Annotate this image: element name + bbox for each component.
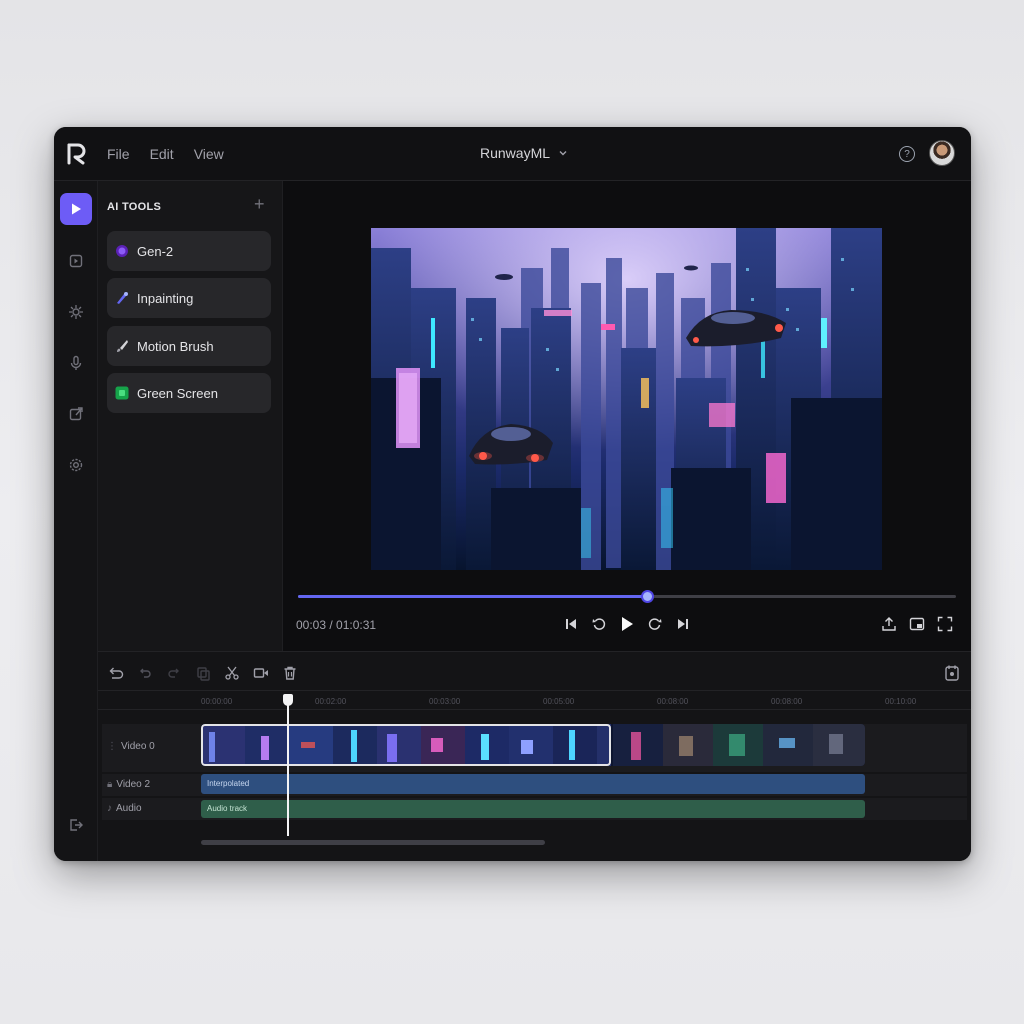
green-screen-icon bbox=[115, 386, 129, 400]
audio-clip[interactable]: Audio track bbox=[201, 800, 865, 818]
menu-edit[interactable]: Edit bbox=[150, 146, 174, 162]
clip-label: Audio track bbox=[207, 804, 248, 813]
clip-label: Interpolated bbox=[207, 779, 250, 788]
track-label-video-2: 🔒︎ Video 2 bbox=[107, 779, 150, 790]
ruler-tick: 00:08:00 bbox=[771, 697, 803, 706]
tool-label: Inpainting bbox=[137, 290, 194, 306]
audio-icon[interactable] bbox=[60, 347, 92, 379]
avatar[interactable] bbox=[929, 140, 955, 166]
ruler-tick: 00:02:00 bbox=[315, 697, 347, 706]
ruler-tick: 00:00:00 bbox=[201, 697, 233, 706]
video-preview-image[interactable] bbox=[371, 228, 882, 570]
ruler-tick: 00:05:00 bbox=[543, 697, 575, 706]
track-label-audio: ♪ Audio bbox=[107, 803, 142, 814]
fullscreen-icon[interactable] bbox=[937, 616, 955, 634]
menu-file[interactable]: File bbox=[107, 146, 130, 162]
play-tool-icon[interactable] bbox=[60, 193, 92, 225]
timeline-toolbar bbox=[98, 660, 298, 686]
video-clip-filmstrip[interactable] bbox=[201, 724, 865, 766]
redo-icon[interactable] bbox=[166, 665, 182, 681]
gen2-icon bbox=[116, 245, 128, 257]
timeline-horizontal-scrollbar[interactable] bbox=[201, 840, 545, 845]
transport-controls bbox=[563, 615, 691, 633]
play-button[interactable] bbox=[619, 615, 635, 633]
ruler-tick: 00:08:00 bbox=[657, 697, 689, 706]
settings-gear-icon[interactable] bbox=[60, 449, 92, 481]
skip-back-icon[interactable] bbox=[563, 615, 579, 633]
forward-icon[interactable] bbox=[647, 615, 663, 633]
playback-scrubber[interactable] bbox=[298, 590, 956, 603]
timecode-display: 00:03 / 01:0:31 bbox=[296, 618, 377, 632]
tool-inpainting-button[interactable]: Inpainting bbox=[107, 278, 271, 318]
track-name: Video 0 bbox=[121, 741, 155, 752]
copy-icon[interactable] bbox=[195, 665, 211, 681]
app-window: File Edit View RunwayML ? AI TOOLS + Gen… bbox=[54, 127, 971, 861]
tool-label: Motion Brush bbox=[137, 338, 214, 354]
scrubber-progress bbox=[298, 595, 647, 598]
ruler-tick: 00:03:00 bbox=[429, 697, 461, 706]
timeline-panel: 00:00:00 00:02:00 00:03:00 00:05:00 00:0… bbox=[98, 651, 971, 861]
logout-icon[interactable] bbox=[60, 809, 92, 841]
menu-view[interactable]: View bbox=[194, 146, 224, 162]
cut-scissors-icon[interactable] bbox=[224, 665, 240, 681]
scrubber-handle[interactable] bbox=[640, 590, 654, 603]
runway-logo[interactable] bbox=[66, 142, 88, 166]
playhead-line bbox=[287, 704, 289, 836]
export-download-icon[interactable] bbox=[881, 616, 899, 634]
undo-icon[interactable] bbox=[137, 665, 153, 681]
picture-in-picture-icon[interactable] bbox=[909, 616, 927, 634]
lock-icon[interactable]: 🔒︎ bbox=[107, 779, 112, 790]
viewer-actions bbox=[881, 616, 955, 634]
tool-label: Gen-2 bbox=[137, 243, 174, 259]
tool-motion-brush-button[interactable]: Motion Brush bbox=[107, 326, 271, 366]
export-icon[interactable] bbox=[60, 398, 92, 430]
timeline-settings-icon[interactable] bbox=[944, 664, 960, 682]
track-name: Video 2 bbox=[116, 779, 151, 790]
inpainting-icon bbox=[117, 292, 128, 304]
help-icon[interactable]: ? bbox=[899, 146, 915, 162]
video-viewer: 00:03 / 01:0:31 bbox=[283, 181, 971, 651]
trash-icon[interactable] bbox=[282, 665, 298, 681]
drag-handle-icon[interactable]: ⋮ bbox=[107, 741, 117, 752]
tool-label: Green Screen bbox=[137, 385, 218, 401]
timeline-ruler[interactable]: 00:00:00 00:02:00 00:03:00 00:05:00 00:0… bbox=[98, 690, 971, 710]
video-2-clip[interactable]: Interpolated bbox=[201, 774, 865, 794]
undo-history-icon[interactable] bbox=[108, 665, 124, 681]
title-bar: File Edit View RunwayML ? bbox=[54, 127, 971, 181]
ai-tools-header: AI TOOLS bbox=[107, 201, 162, 213]
tool-green-screen-button[interactable]: Green Screen bbox=[107, 373, 271, 413]
project-title-dropdown[interactable]: RunwayML bbox=[480, 145, 568, 161]
project-title: RunwayML bbox=[480, 145, 551, 161]
media-icon[interactable] bbox=[60, 245, 92, 277]
ai-tools-panel: AI TOOLS + Gen-2 Inpainting Motion Brush… bbox=[98, 181, 283, 651]
split-clip-icon[interactable] bbox=[253, 665, 269, 681]
add-tool-icon[interactable]: + bbox=[254, 194, 265, 215]
music-note-icon: ♪ bbox=[107, 803, 112, 814]
track-name: Audio bbox=[116, 803, 142, 814]
brush-icon bbox=[117, 340, 128, 352]
tool-gen2-button[interactable]: Gen-2 bbox=[107, 231, 271, 271]
rewind-icon[interactable] bbox=[591, 615, 607, 633]
effects-icon[interactable] bbox=[60, 296, 92, 328]
menu-bar: File Edit View bbox=[107, 146, 224, 162]
skip-forward-icon[interactable] bbox=[675, 615, 691, 633]
icon-rail bbox=[54, 181, 98, 861]
ruler-tick: 00:10:00 bbox=[885, 697, 917, 706]
chevron-down-icon bbox=[559, 151, 567, 156]
track-label-video-0: ⋮ Video 0 bbox=[107, 741, 155, 752]
